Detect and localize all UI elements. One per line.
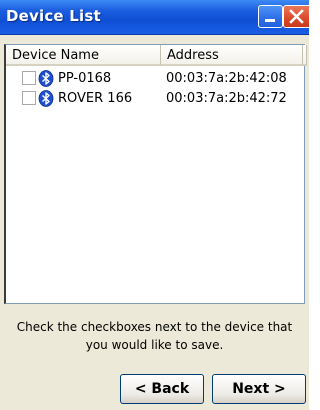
column-header-device-name[interactable]: Device Name: [6, 45, 161, 66]
device-list-view[interactable]: Device Name Address PP-0168 00:03:7a:2b:…: [4, 44, 307, 304]
bluetooth-icon: [38, 70, 54, 87]
device-address: 00:03:7a:2b:42:08: [166, 71, 287, 86]
device-checkbox[interactable]: [22, 91, 36, 105]
device-checkbox[interactable]: [22, 71, 36, 85]
device-name: PP-0168: [58, 71, 112, 86]
next-button[interactable]: Next >: [212, 374, 306, 404]
instruction-line-1: Check the checkboxes next to the device …: [16, 320, 293, 334]
title-bar[interactable]: Device List: [0, 0, 309, 35]
list-item[interactable]: ROVER 166 00:03:7a:2b:42:72: [6, 88, 305, 108]
list-header: Device Name Address: [6, 45, 307, 66]
close-button[interactable]: [283, 5, 309, 28]
window-title: Device List: [6, 7, 101, 25]
instruction-line-2: you would like to save.: [85, 338, 224, 352]
device-list-window: Device List Device Name Address PP-0168 …: [0, 0, 309, 410]
minimize-icon: [265, 19, 275, 22]
device-address: 00:03:7a:2b:42:72: [166, 91, 287, 106]
column-header-filler: [303, 45, 307, 66]
device-name: ROVER 166: [58, 91, 133, 106]
back-button[interactable]: < Back: [120, 374, 204, 404]
instruction-text: Check the checkboxes next to the device …: [4, 318, 305, 354]
column-header-address[interactable]: Address: [161, 45, 303, 66]
minimize-button[interactable]: [258, 5, 283, 28]
close-icon: [289, 9, 304, 24]
bluetooth-icon: [38, 90, 54, 107]
list-item[interactable]: PP-0168 00:03:7a:2b:42:08: [6, 68, 305, 88]
